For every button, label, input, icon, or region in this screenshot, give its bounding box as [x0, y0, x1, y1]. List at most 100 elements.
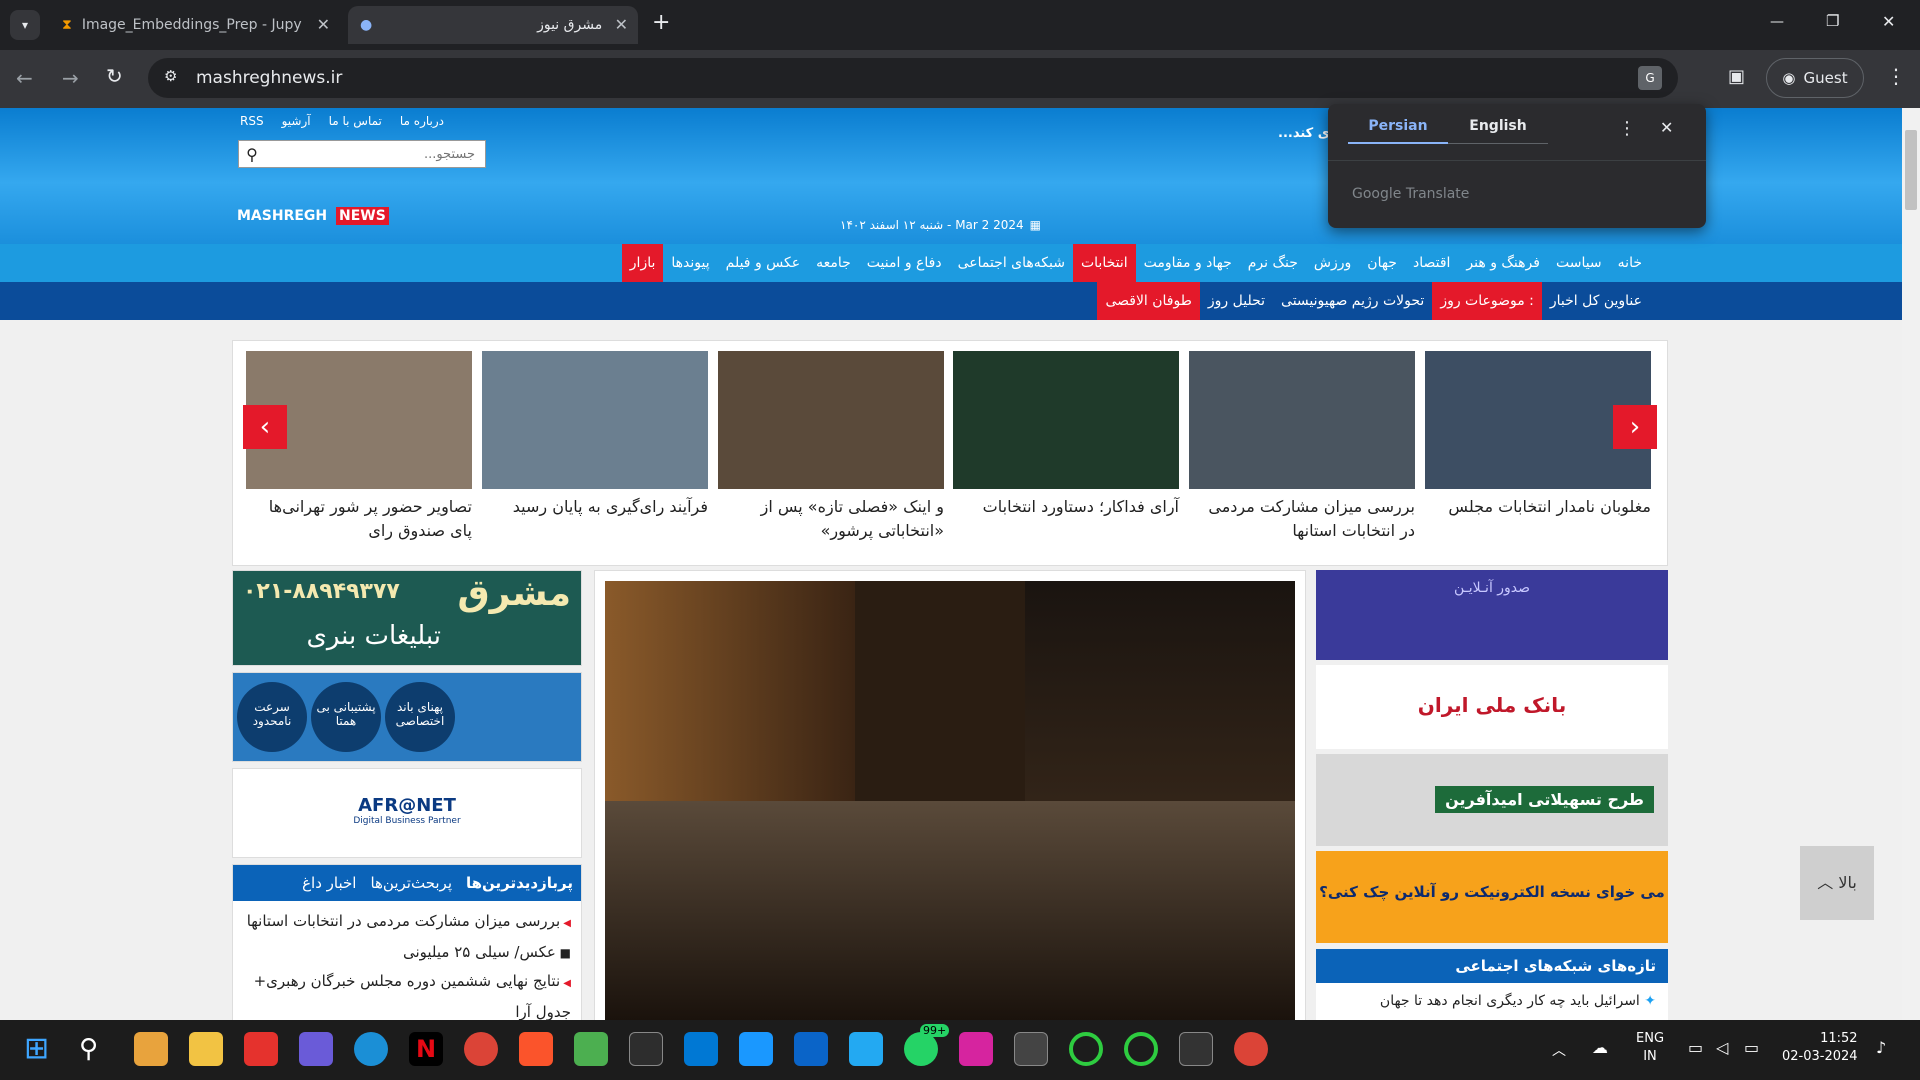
site-info-icon[interactable]: ⚙ — [164, 67, 177, 85]
nav-soft-war[interactable]: جنگ نرم — [1240, 244, 1306, 282]
list-item[interactable]: ■ عکس/ سیلی ۲۵ میلیونی — [243, 938, 571, 967]
sub-zionist[interactable]: تحولات رژیم صهیونیستی — [1273, 282, 1432, 320]
sub-aqsa[interactable]: طوفان الاقصی — [1097, 282, 1200, 320]
onedrive-icon[interactable]: ☁ — [1592, 1038, 1608, 1057]
social-item[interactable]: ✦ اسرائیل باید چه کار دیگری انجام دهد تا… — [1316, 983, 1668, 1020]
back-icon[interactable]: ← — [16, 66, 33, 90]
store-icon[interactable] — [134, 1032, 168, 1066]
ad-banner-afranet[interactable]: AFR@NET Digital Business Partner — [232, 768, 582, 858]
nav-elections[interactable]: انتخابات — [1072, 244, 1136, 282]
terminal-icon[interactable] — [629, 1032, 663, 1066]
network-icon[interactable]: ▭ — [1688, 1038, 1703, 1057]
profile-button[interactable]: ◉ Guest — [1766, 58, 1864, 98]
ad-omid-afarin[interactable]: طرح تسهیلاتی امیدآفرین — [1316, 754, 1668, 846]
tab-jupyter[interactable]: ⧗ Image_Embeddings_Prep - Jupy ✕ — [50, 6, 340, 44]
reload-icon[interactable]: ↻ — [106, 64, 123, 88]
rss-link[interactable]: RSS — [240, 114, 264, 128]
chrome-icon[interactable] — [1234, 1032, 1268, 1066]
ad-online-issue[interactable]: صدور آنـلایـن — [1316, 570, 1668, 660]
sub-all-news[interactable]: عناوین کل اخبار — [1542, 282, 1650, 320]
tab-most-discussed[interactable]: پربحث‌ترین‌ها — [370, 874, 452, 892]
nav-society[interactable]: جامعه — [808, 244, 859, 282]
nav-economy[interactable]: اقتصاد — [1405, 244, 1458, 282]
start-icon[interactable]: ⊞ — [24, 1032, 58, 1066]
nav-links[interactable]: پیوندها — [663, 244, 717, 282]
more-options-icon[interactable]: ⋮ — [1618, 118, 1636, 139]
bell-icon[interactable]: ♪ — [1876, 1038, 1886, 1057]
nav-media[interactable]: عکس و فیلم — [718, 244, 808, 282]
about-link[interactable]: درباره ما — [400, 114, 444, 128]
list-item[interactable]: ◀ بررسی میزان مشارکت مردمی در انتخابات ا… — [243, 907, 571, 938]
nav-home[interactable]: خانه — [1610, 244, 1650, 282]
menu-icon[interactable]: ⋮ — [1886, 64, 1906, 88]
sub-analysis[interactable]: تحلیل روز — [1200, 282, 1273, 320]
scrollbar-thumb[interactable] — [1905, 130, 1917, 210]
search-icon[interactable]: ⚲ — [239, 145, 265, 164]
chrome-icon[interactable] — [464, 1032, 498, 1066]
nav-politics[interactable]: سیاست — [1548, 244, 1610, 282]
tray-chevron-icon[interactable]: ︿ — [1552, 1040, 1566, 1060]
nav-sport[interactable]: ورزش — [1306, 244, 1359, 282]
edge-icon[interactable] — [354, 1032, 388, 1066]
slide-item[interactable]: بررسی میزان مشارکت مردمی در انتخابات است… — [1189, 351, 1415, 543]
netflix-icon[interactable]: N — [409, 1032, 443, 1066]
page-scrollbar[interactable] — [1902, 108, 1920, 1020]
clock[interactable]: 11:52 02-03-2024 — [1782, 1030, 1858, 1066]
app-icon[interactable] — [299, 1032, 333, 1066]
app-icon[interactable] — [1124, 1032, 1158, 1066]
lang-english-tab[interactable]: English — [1448, 118, 1548, 144]
feature-photo[interactable] — [605, 581, 1295, 1020]
site-search[interactable]: ⚲ — [238, 140, 486, 168]
nav-world[interactable]: جهان — [1359, 244, 1405, 282]
powershell-icon[interactable] — [1179, 1032, 1213, 1066]
back-to-top-button[interactable]: بالا ︿ — [1800, 846, 1874, 920]
app-icon[interactable] — [574, 1032, 608, 1066]
tab-mashregh[interactable]: ● مشرق نیوز ✕ — [348, 6, 638, 44]
slide-item[interactable]: و اینک «فصلی تازه» پس از «انتخاباتی پرشو… — [718, 351, 944, 543]
slider-next-button[interactable]: › — [1613, 405, 1657, 449]
slide-item[interactable]: آرای فداکار؛ دستاورد انتخابات — [953, 351, 1179, 519]
whatsapp-icon[interactable]: 99+ — [904, 1024, 950, 1066]
list-item[interactable]: ◀ نتایج نهایی ششمین دوره مجلس خبرگان رهب… — [243, 967, 571, 1020]
lang-persian-tab[interactable]: Persian — [1348, 118, 1448, 144]
new-tab-button[interactable]: + — [652, 10, 670, 35]
contact-link[interactable]: تماس با ما — [329, 114, 382, 128]
app-icon[interactable] — [1069, 1032, 1103, 1066]
file-explorer-icon[interactable] — [189, 1032, 223, 1066]
close-window-button[interactable]: ✕ — [1882, 12, 1895, 31]
ad-bank-melli[interactable]: بانک ملی ایران — [1316, 665, 1668, 749]
tab-hot-news[interactable]: اخبار داغ — [302, 874, 356, 892]
nav-social[interactable]: شبکه‌های اجتماعی — [950, 244, 1073, 282]
translate-icon[interactable]: G — [1638, 66, 1662, 90]
slide-item[interactable]: فرآیند رای‌گیری به پایان رسید — [482, 351, 708, 519]
close-tab-icon[interactable]: ✕ — [317, 15, 330, 34]
nav-culture[interactable]: فرهنگ و هنر — [1458, 244, 1548, 282]
battery-icon[interactable]: ▭ — [1744, 1038, 1759, 1057]
maximize-button[interactable]: ❐ — [1826, 12, 1839, 30]
search-input[interactable] — [265, 142, 475, 166]
tab-most-viewed[interactable]: پربازدیدترین‌ها — [466, 874, 573, 892]
minimize-button[interactable]: — — [1770, 14, 1784, 30]
app-icon[interactable] — [244, 1032, 278, 1066]
tab-search-button[interactable]: ▾ — [10, 10, 40, 40]
volume-icon[interactable]: ◁ — [1716, 1038, 1728, 1057]
vscode-icon[interactable] — [849, 1032, 883, 1066]
search-icon[interactable]: ⚲ — [79, 1032, 113, 1066]
ad-banner-isp[interactable]: سرعت نامحدود پشتیبانی بی همتا پهنای باند… — [232, 672, 582, 762]
forward-icon[interactable]: → — [62, 66, 79, 90]
outlook-icon[interactable] — [794, 1032, 828, 1066]
brave-icon[interactable] — [519, 1032, 553, 1066]
close-tab-icon[interactable]: ✕ — [615, 15, 628, 34]
close-icon[interactable]: ✕ — [1660, 118, 1673, 137]
ad-banner-mashregh[interactable]: مشرق تبلیغات بنری ۰۲۱-۸۸۹۴۹۳۷۷ — [232, 570, 582, 666]
side-panel-icon[interactable]: ▣ — [1728, 66, 1745, 87]
archive-link[interactable]: آرشیو — [282, 114, 311, 128]
nav-defense[interactable]: دفاع و امنیت — [859, 244, 950, 282]
prime-video-icon[interactable] — [739, 1032, 773, 1066]
app-icon[interactable] — [1014, 1032, 1048, 1066]
language-indicator[interactable]: ENG IN — [1636, 1030, 1664, 1066]
app-icon[interactable] — [684, 1032, 718, 1066]
ad-prescription[interactable]: می خوای نسخه الکترونیکت رو آنلاین چک کنی… — [1316, 851, 1668, 943]
slider-prev-button[interactable]: ‹ — [243, 405, 287, 449]
instagram-icon[interactable] — [959, 1032, 993, 1066]
